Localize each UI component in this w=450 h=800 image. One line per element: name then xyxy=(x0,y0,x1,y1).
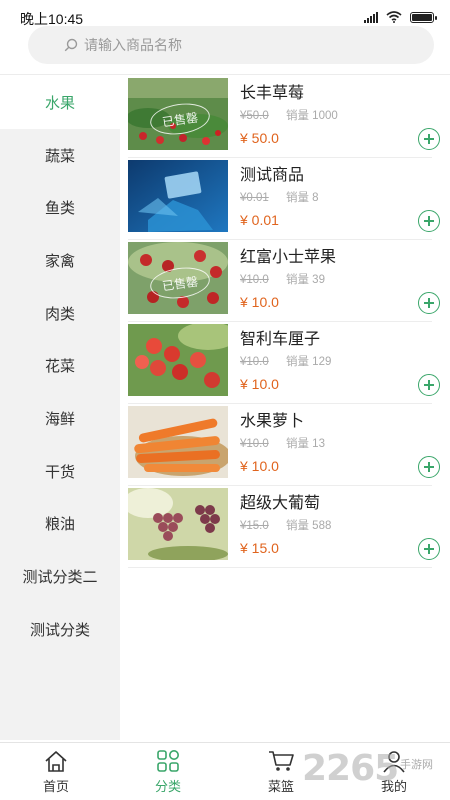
category-item-flower-vegetables[interactable]: 花菜 xyxy=(0,339,120,392)
product-image-test[interactable] xyxy=(128,160,228,232)
product-meta: ¥10.0 销量 13 xyxy=(240,435,325,451)
category-item-dried-goods[interactable]: 干货 xyxy=(0,445,120,498)
product-meta: ¥15.0 销量 588 xyxy=(240,517,331,533)
product-name: 测试商品 xyxy=(240,167,305,184)
add-to-cart-button[interactable] xyxy=(418,128,440,150)
original-price: ¥0.01 xyxy=(240,192,269,204)
add-to-cart-button[interactable] xyxy=(418,374,440,396)
category-item-grain-oil[interactable]: 粮油 xyxy=(0,498,120,551)
tab-profile-label: 我的 xyxy=(380,779,407,794)
add-to-cart-button[interactable] xyxy=(418,456,440,478)
user-icon xyxy=(383,751,405,773)
sales-count: 销量 13 xyxy=(285,438,325,450)
category-item-seafood[interactable]: 海鲜 xyxy=(0,392,120,445)
product-meta: ¥50.0 销量 1000 xyxy=(240,107,338,123)
product-item[interactable]: 水果萝卜 ¥10.0 销量 13 ¥ 10.0 xyxy=(128,404,440,486)
divider xyxy=(0,74,450,75)
category-item-poultry[interactable]: 家禽 xyxy=(0,234,120,287)
add-to-cart-button[interactable] xyxy=(418,538,440,560)
tab-home-label: 首页 xyxy=(42,779,69,794)
tab-profile[interactable]: 我的 xyxy=(338,743,450,800)
category-item-vegetables[interactable]: 蔬菜 xyxy=(0,129,120,182)
category-icon xyxy=(157,750,179,772)
product-meta: ¥10.0 销量 39 xyxy=(240,271,325,287)
sales-count: 销量 39 xyxy=(285,274,325,286)
search-icon xyxy=(64,38,78,52)
add-to-cart-button[interactable] xyxy=(418,292,440,314)
product-image-cherries[interactable] xyxy=(128,324,228,396)
product-name: 超级大葡萄 xyxy=(240,495,321,512)
tab-home[interactable]: 首页 xyxy=(0,743,112,800)
tab-category-label: 分类 xyxy=(154,779,181,794)
product-image-grapes[interactable] xyxy=(128,488,228,560)
product-item[interactable]: 智利车厘子 ¥10.0 销量 129 ¥ 10.0 xyxy=(128,322,440,404)
category-item-fish[interactable]: 鱼类 xyxy=(0,181,120,234)
original-price: ¥10.0 xyxy=(240,438,269,450)
home-icon xyxy=(45,751,67,772)
sales-count: 销量 8 xyxy=(285,192,319,204)
sales-count: 销量 588 xyxy=(285,520,332,532)
category-item-fruit[interactable]: 水果 xyxy=(0,76,120,129)
original-price: ¥10.0 xyxy=(240,356,269,368)
sales-count: 销量 129 xyxy=(285,356,332,368)
add-to-cart-button[interactable] xyxy=(418,210,440,232)
search-bar[interactable] xyxy=(28,26,434,64)
product-item[interactable]: 超级大葡萄 ¥15.0 销量 588 ¥ 15.0 xyxy=(128,486,440,568)
product-name: 长丰草莓 xyxy=(240,85,305,102)
tab-category[interactable]: 分类 xyxy=(112,743,224,800)
signal-icon xyxy=(364,11,378,23)
wifi-icon xyxy=(386,11,402,23)
tab-cart[interactable]: 菜篮 xyxy=(225,743,337,800)
category-item-meat[interactable]: 肉类 xyxy=(0,287,120,340)
bottom-tab-bar: 首页 分类 菜篮 我的 xyxy=(0,742,450,800)
product-price: ¥ 10.0 xyxy=(240,376,279,392)
product-item[interactable]: 已售罄 长丰草莓 ¥50.0 销量 1000 ¥ 50.0 xyxy=(128,76,440,158)
product-name: 水果萝卜 xyxy=(240,413,305,430)
product-item[interactable]: 测试商品 ¥0.01 销量 8 ¥ 0.01 xyxy=(128,158,440,240)
product-item[interactable]: 已售罄 红富小士苹果 ¥10.0 销量 39 ¥ 10.0 xyxy=(128,240,440,322)
battery-icon xyxy=(410,11,437,23)
category-item-test-two[interactable]: 测试分类二 xyxy=(0,550,120,603)
product-list: 已售罄 长丰草莓 ¥50.0 销量 1000 ¥ 50.0 测试商品 ¥0.01… xyxy=(120,76,450,740)
product-price: ¥ 15.0 xyxy=(240,540,279,556)
product-image-apple[interactable]: 已售罄 xyxy=(128,242,228,314)
cart-icon xyxy=(269,751,294,771)
original-price: ¥50.0 xyxy=(240,110,269,122)
search-input[interactable] xyxy=(84,26,414,64)
product-name: 红富小士苹果 xyxy=(240,249,337,266)
product-image-strawberry[interactable]: 已售罄 xyxy=(128,78,228,150)
category-item-test[interactable]: 测试分类 xyxy=(0,603,120,656)
original-price: ¥15.0 xyxy=(240,520,269,532)
sales-count: 销量 1000 xyxy=(285,110,338,122)
category-sidebar: 水果 蔬菜 鱼类 家禽 肉类 花菜 海鲜 干货 粮油 测试分类二 测试分类 xyxy=(0,76,120,740)
status-icons xyxy=(364,11,437,23)
product-price: ¥ 10.0 xyxy=(240,294,279,310)
tab-cart-label: 菜篮 xyxy=(267,779,294,794)
product-price: ¥ 10.0 xyxy=(240,458,279,474)
product-meta: ¥0.01 销量 8 xyxy=(240,189,319,205)
product-price: ¥ 0.01 xyxy=(240,212,279,228)
product-name: 智利车厘子 xyxy=(240,331,321,348)
product-meta: ¥10.0 销量 129 xyxy=(240,353,331,369)
product-image-carrots[interactable] xyxy=(128,406,228,478)
product-price: ¥ 50.0 xyxy=(240,130,279,146)
original-price: ¥10.0 xyxy=(240,274,269,286)
